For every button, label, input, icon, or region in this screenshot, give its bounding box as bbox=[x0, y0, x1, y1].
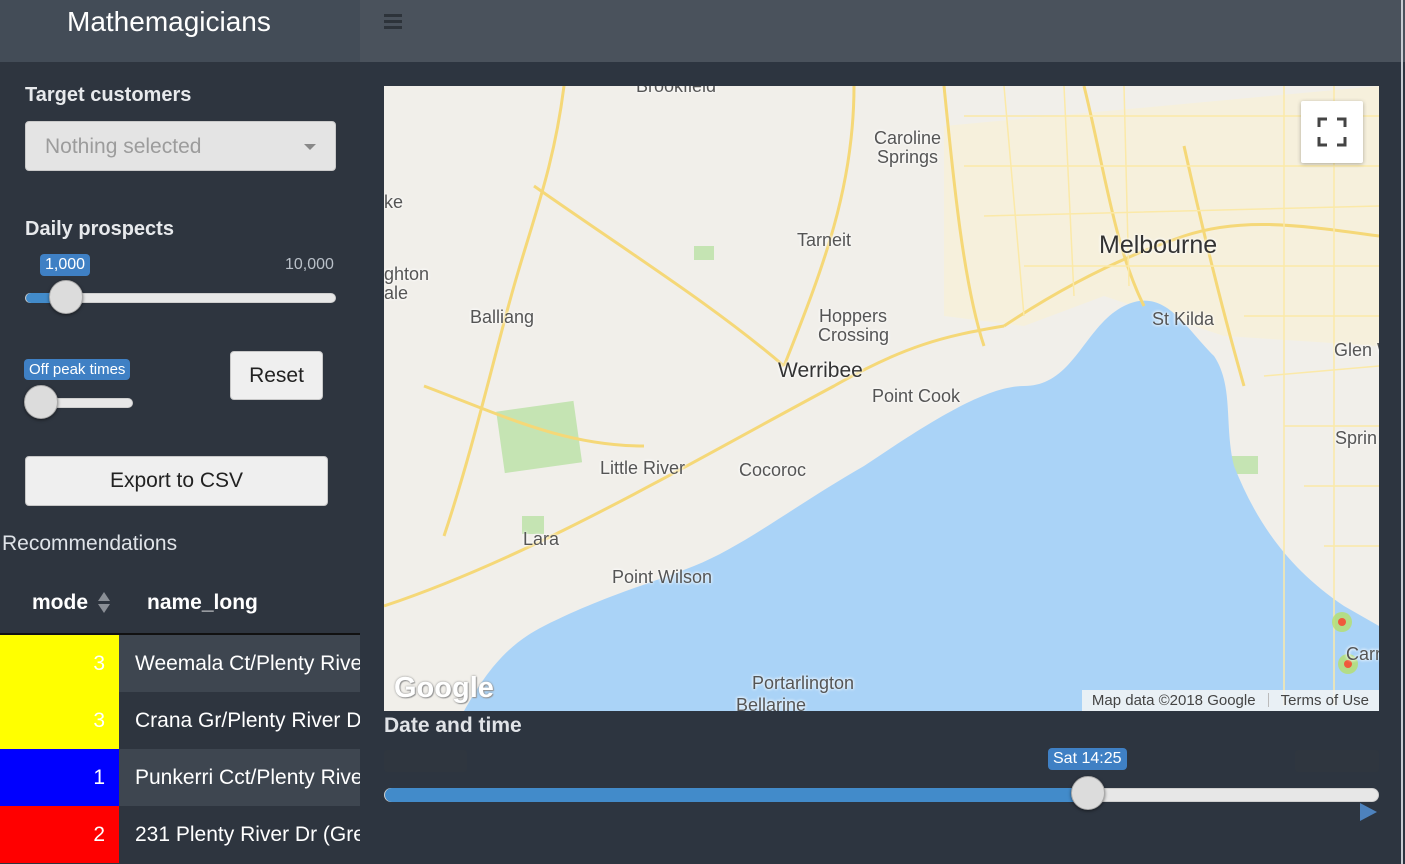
map[interactable]: Brookfield Caroline Springs Melbourne Ta… bbox=[384, 86, 1379, 711]
window-edge bbox=[1401, 0, 1403, 864]
mode-cell: 3 bbox=[0, 635, 119, 692]
sidebar: Target customers Nothing selected Daily … bbox=[0, 62, 360, 864]
table-row[interactable]: 3 Crana Gr/Plenty River Dr bbox=[0, 692, 360, 749]
target-customers-label: Target customers bbox=[25, 84, 192, 106]
map-label-little-river: Little River bbox=[600, 458, 686, 478]
table-row[interactable]: 1 Punkerri Cct/Plenty River Dr bbox=[0, 749, 360, 806]
google-logo: Google bbox=[394, 672, 494, 704]
map-label-ghton: ghton bbox=[384, 264, 430, 284]
map-label-tarneit: Tarneit bbox=[797, 230, 852, 250]
daily-prospects-value-badge: 1,000 bbox=[40, 254, 91, 276]
map-label-st-kilda: St Kilda bbox=[1152, 309, 1215, 329]
date-time-slider-fill bbox=[385, 788, 1087, 802]
recommendations-title: Recommendations bbox=[2, 532, 178, 555]
map-label-springs: Springs bbox=[877, 147, 939, 167]
daily-prospects-slider-handle[interactable] bbox=[49, 280, 83, 314]
date-time-value-badge: Sat 14:25 bbox=[1048, 748, 1127, 770]
off-peak-badge: Off peak times bbox=[24, 359, 131, 380]
map-attribution: Map data ©2018 Google Terms of Use bbox=[1081, 690, 1379, 711]
name-cell: Weemala Ct/Plenty River Dr bbox=[135, 652, 360, 675]
map-label-brookfield: Brookfield bbox=[636, 86, 717, 96]
mode-cell: 3 bbox=[0, 692, 119, 749]
map-label-caroline: Caroline bbox=[874, 128, 942, 148]
name-cell: Punkerri Cct/Plenty River Dr bbox=[135, 766, 360, 789]
name-cell: 231 Plenty River Dr (Greensborough) bbox=[135, 823, 360, 846]
date-time-min-label bbox=[384, 750, 467, 772]
map-label-portarlington: Portarlington bbox=[752, 673, 855, 693]
table-row[interactable]: 3 Weemala Ct/Plenty River Dr bbox=[0, 635, 360, 692]
name-cell: Crana Gr/Plenty River Dr bbox=[135, 709, 360, 732]
terms-of-use-link[interactable]: Terms of Use bbox=[1281, 692, 1369, 709]
top-bar: Mathemagicians bbox=[0, 0, 1405, 62]
sort-icon[interactable] bbox=[97, 591, 111, 617]
map-label-point-wilson: Point Wilson bbox=[612, 567, 713, 587]
hamburger-menu-icon[interactable] bbox=[384, 14, 402, 30]
map-label-bellarine: Bellarine bbox=[736, 695, 807, 711]
table-header: mode name_long bbox=[0, 574, 360, 634]
date-time-label: Date and time bbox=[384, 714, 522, 737]
daily-prospects-label: Daily prospects bbox=[25, 218, 174, 240]
target-customers-select[interactable]: Nothing selected bbox=[25, 121, 336, 171]
brand-area: Mathemagicians bbox=[0, 0, 360, 62]
map-label-werribee: Werribee bbox=[778, 359, 863, 382]
map-label-crossing: Crossing bbox=[818, 325, 890, 345]
fullscreen-icon[interactable] bbox=[1301, 101, 1363, 163]
map-label-glen: Glen W bbox=[1334, 340, 1379, 360]
mode-cell: 2 bbox=[0, 806, 119, 863]
map-label-ale: ale bbox=[384, 283, 409, 303]
map-label-hoppers: Hoppers bbox=[819, 306, 888, 326]
map-label-melbourne: Melbourne bbox=[1099, 231, 1218, 259]
date-time-slider-handle[interactable] bbox=[1071, 776, 1105, 810]
play-icon[interactable] bbox=[1360, 803, 1377, 821]
date-time-slider-track[interactable] bbox=[384, 788, 1379, 802]
column-header-mode[interactable]: mode bbox=[32, 591, 88, 615]
chevron-down-icon bbox=[304, 144, 316, 150]
date-time-max-label bbox=[1295, 750, 1379, 772]
app-title: Mathemagicians bbox=[67, 6, 271, 37]
map-label-lara: Lara bbox=[523, 529, 560, 549]
column-header-name-long[interactable]: name_long bbox=[147, 591, 258, 615]
navbar bbox=[360, 0, 1405, 62]
map-label-point-cook: Point Cook bbox=[872, 386, 961, 406]
map-data-text: Map data ©2018 Google bbox=[1091, 692, 1256, 709]
mode-cell: 1 bbox=[0, 749, 119, 806]
map-label-carr: Carr bbox=[1346, 644, 1379, 664]
map-label-spring: Sprin bbox=[1335, 428, 1378, 448]
map-label-cocoroc: Cocoroc bbox=[739, 460, 807, 480]
off-peak-slider-handle[interactable] bbox=[24, 385, 58, 419]
map-label-balliang: Balliang bbox=[470, 307, 535, 327]
reset-button[interactable]: Reset bbox=[230, 351, 323, 400]
daily-prospects-max-label: 10,000 bbox=[285, 256, 334, 273]
select-placeholder: Nothing selected bbox=[45, 135, 202, 158]
map-label-ke: ke bbox=[384, 192, 404, 212]
export-csv-button[interactable]: Export to CSV bbox=[25, 456, 328, 506]
table-row[interactable]: 2 231 Plenty River Dr (Greensborough) bbox=[0, 806, 360, 863]
